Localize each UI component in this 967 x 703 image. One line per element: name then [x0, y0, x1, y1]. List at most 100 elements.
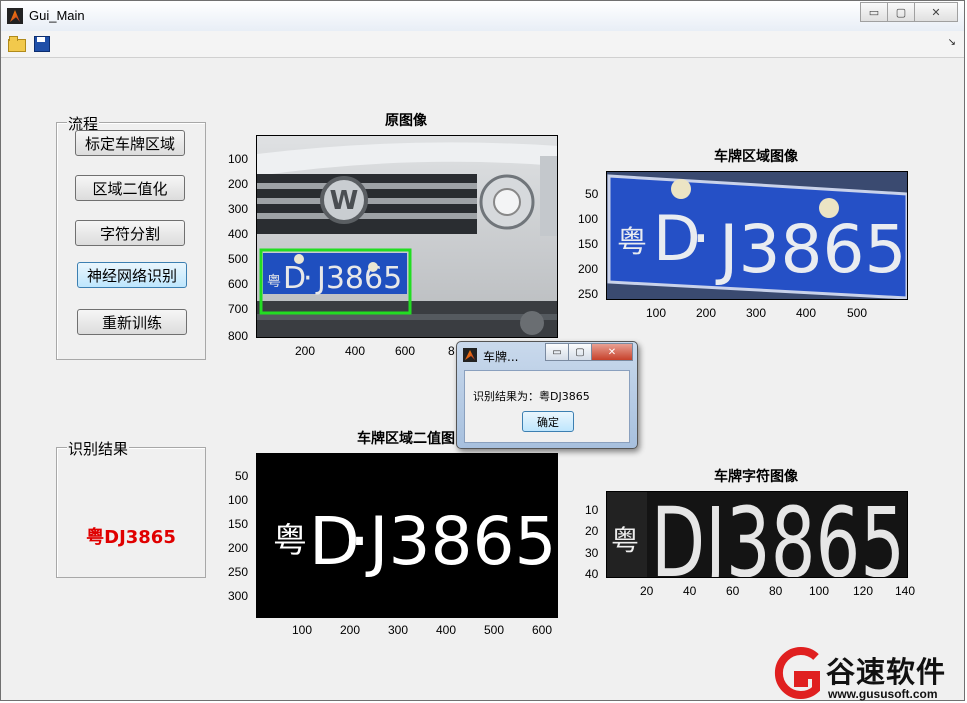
plate-x-tick: 200: [696, 306, 717, 320]
dialog-ok-button[interactable]: 确定: [522, 411, 574, 432]
photo-plate-dot: ·: [303, 261, 313, 296]
plate-province-glyph: 粤: [617, 225, 647, 260]
gusu-logo-icon: [774, 647, 820, 699]
binary-dot-glyph: ·: [349, 503, 370, 580]
dialog-controls: ▭ ▢ ✕: [545, 343, 633, 361]
chars-province-glyph: 粤: [611, 524, 639, 557]
original-y-tick: 500: [228, 252, 249, 266]
chars-digits-glyph: DJ3865: [651, 492, 905, 578]
svg-text:W: W: [330, 186, 359, 216]
binary-y-tick: 100: [228, 493, 249, 507]
plate-x-tick: 300: [746, 306, 767, 320]
binary-x-tick: 100: [292, 623, 313, 637]
matlab-app-icon: [7, 8, 23, 24]
retrain-button[interactable]: 重新训练: [77, 309, 187, 335]
result-panel: 识别结果 粤DJ3865: [56, 438, 206, 578]
chars-title: 车牌字符图像: [714, 469, 798, 485]
chars-y-tick: 40: [585, 567, 599, 581]
dialog-minimize-button[interactable]: ▭: [545, 343, 569, 361]
binary-y-tick: 300: [228, 589, 249, 603]
binary-x-tick: 200: [340, 623, 361, 637]
original-x-tick: 8: [448, 344, 455, 358]
binary-number-glyph: J3865: [365, 503, 556, 580]
neural-network-recognize-button[interactable]: 神经网络识别: [77, 262, 187, 288]
plate-number-glyph: J3865: [715, 211, 906, 288]
original-x-tick: 600: [395, 344, 416, 358]
chars-x-tick: 40: [683, 584, 697, 598]
original-y-tick: 700: [228, 302, 249, 316]
result-panel-title: 识别结果: [67, 438, 130, 459]
matlab-dialog-icon: [463, 348, 477, 362]
open-folder-icon[interactable]: [8, 35, 26, 52]
chars-x-tick: 60: [726, 584, 740, 598]
minimize-button[interactable]: ▭: [860, 2, 888, 22]
dialog-message: 识别结果为：粤DJ3865: [473, 390, 590, 403]
binary-x-tick: 600: [532, 623, 553, 637]
close-button[interactable]: ✕: [914, 2, 958, 22]
chars-y-tick: 20: [585, 524, 599, 538]
plate-region-plot: 粤 D · J3865: [606, 171, 908, 300]
maximize-button[interactable]: ▢: [887, 2, 915, 22]
photo-plate-number: J3865: [315, 261, 402, 296]
binary-y-tick: 200: [228, 541, 249, 555]
binary-x-tick: 300: [388, 623, 409, 637]
watermark-logo: 谷速软件 www.gususoft.com: [768, 645, 967, 703]
dialog-body: 识别结果为：粤DJ3865 确定: [464, 370, 630, 443]
plate-y-tick: 250: [578, 287, 599, 301]
binary-province-glyph: 粤: [273, 521, 307, 561]
dialog-close-button[interactable]: ✕: [591, 343, 633, 361]
car-photo: W 粤 D · J3865: [257, 136, 557, 337]
dialog-maximize-button[interactable]: ▢: [568, 343, 592, 361]
plate-x-tick: 500: [847, 306, 868, 320]
original-image-title: 原图像: [385, 113, 427, 129]
original-x-tick: 400: [345, 344, 366, 358]
binary-plate-image: 粤 D · J3865: [257, 454, 557, 617]
plate-y-tick: 50: [585, 187, 599, 201]
chars-x-tick: 80: [769, 584, 783, 598]
result-dialog[interactable]: 车牌... ▭ ▢ ✕ 识别结果为：粤DJ3865 确定: [456, 341, 638, 449]
original-y-tick: 100: [228, 152, 249, 166]
segment-chars-button[interactable]: 字符分割: [75, 220, 185, 246]
original-image-plot: W 粤 D · J3865: [256, 135, 558, 338]
dialog-title: 车牌...: [483, 350, 519, 364]
plate-y-tick: 200: [578, 262, 599, 276]
original-y-tick: 400: [228, 227, 249, 241]
main-window: Gui_Main ▭ ▢ ✕ ↘ 流程 标定车牌区域 区域二值化 字符分割 神经…: [0, 0, 965, 701]
binarize-button[interactable]: 区域二值化: [75, 175, 185, 201]
recognition-result-text: 粤DJ3865: [86, 527, 176, 548]
binary-plate-plot: 粤 D · J3865: [256, 453, 558, 618]
plate-y-tick: 150: [578, 237, 599, 251]
original-y-tick: 800: [228, 329, 249, 343]
binary-y-tick: 250: [228, 565, 249, 579]
chars-y-tick: 30: [585, 546, 599, 560]
window-controls: ▭ ▢ ✕: [860, 2, 958, 22]
chars-x-tick: 20: [640, 584, 654, 598]
binary-y-tick: 150: [228, 517, 249, 531]
plate-x-tick: 400: [796, 306, 817, 320]
plate-y-tick: 100: [578, 212, 599, 226]
save-disk-icon[interactable]: [33, 35, 51, 52]
watermark-name: 谷速软件: [826, 655, 947, 689]
photo-plate-province: 粤: [267, 274, 281, 290]
chars-x-tick: 140: [895, 584, 916, 598]
binary-y-tick: 50: [235, 469, 249, 483]
original-y-tick: 300: [228, 202, 249, 216]
chars-x-tick: 120: [853, 584, 874, 598]
original-y-tick: 200: [228, 177, 249, 191]
plate-dot-glyph: ·: [691, 202, 711, 275]
locate-plate-button[interactable]: 标定车牌区域: [75, 130, 185, 156]
toolbar: ↘: [1, 31, 964, 58]
toolbar-overflow-icon[interactable]: ↘: [948, 37, 956, 48]
chars-x-tick: 100: [809, 584, 830, 598]
watermark-url: www.gususoft.com: [828, 687, 938, 701]
title-bar[interactable]: Gui_Main ▭ ▢ ✕: [1, 1, 964, 31]
original-y-tick: 600: [228, 277, 249, 291]
window-title: Gui_Main: [29, 8, 85, 23]
chars-image: 粤 DJ3865: [607, 492, 907, 578]
plate-color-image: 粤 D · J3865: [607, 172, 907, 299]
binary-x-tick: 400: [436, 623, 457, 637]
plate-x-tick: 100: [646, 306, 667, 320]
chars-y-tick: 10: [585, 503, 599, 517]
binary-x-tick: 500: [484, 623, 505, 637]
flow-panel: 流程 标定车牌区域 区域二值化 字符分割 神经网络识别 重新训练: [56, 113, 206, 360]
